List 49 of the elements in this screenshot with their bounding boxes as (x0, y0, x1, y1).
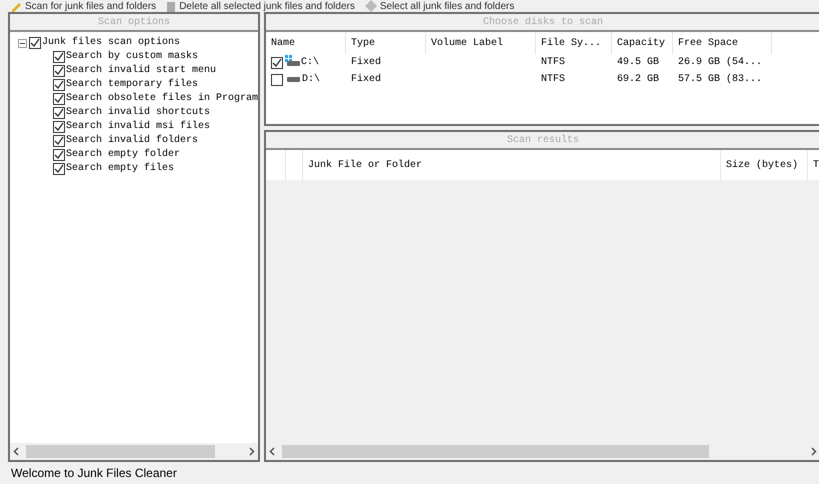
scroll-left-icon[interactable] (269, 447, 276, 456)
checkbox[interactable] (53, 107, 65, 119)
checkbox[interactable] (53, 135, 65, 147)
table-cell: Fixed (351, 74, 382, 85)
table-cell: 69.2 GB (617, 74, 660, 85)
table-cell: 49.5 GB (617, 57, 660, 68)
collapse-icon[interactable] (18, 38, 27, 48)
drive-icon (287, 77, 300, 82)
system-drive-icon (285, 55, 300, 66)
table-cell: 57.5 GB (83... (678, 74, 762, 85)
status-text: Welcome to Junk Files Cleaner (10, 465, 178, 482)
scroll-left-icon[interactable] (13, 447, 20, 456)
checkbox[interactable] (271, 74, 284, 86)
horizontal-scrollbar[interactable] (10, 443, 258, 460)
table-cell: C:\ (301, 57, 320, 68)
table-cell: Fixed (351, 57, 382, 68)
tree-item[interactable]: Search temporary files (66, 78, 198, 92)
scroll-right-icon[interactable] (248, 447, 256, 456)
table-cell: 26.9 GB (54... (678, 57, 762, 68)
checkbox[interactable] (53, 65, 65, 77)
tree-item[interactable]: Search empty folder (66, 148, 180, 162)
toolbar-button[interactable]: Select all junk files and folders (364, 0, 514, 12)
tree-item[interactable]: Search invalid msi files (66, 120, 210, 134)
tree-item[interactable]: Junk files scan options (42, 36, 180, 50)
toolbar-button[interactable]: Delete all selected junk files and folders (166, 0, 355, 12)
tree-item[interactable]: Search invalid start menu (66, 64, 216, 78)
checkbox[interactable] (53, 51, 65, 63)
panel-title: Scan results (266, 132, 819, 150)
table-cell: NTFS (541, 74, 566, 85)
panel-title: Scan options (10, 14, 258, 32)
tree-item[interactable]: Search obsolete files in Program (66, 92, 258, 106)
scroll-right-icon[interactable] (810, 447, 818, 456)
checkbox[interactable] (53, 79, 65, 91)
tree-item[interactable]: Search empty files (66, 162, 174, 176)
checkbox[interactable] (271, 56, 284, 68)
checkbox[interactable] (29, 37, 41, 49)
tree-item[interactable]: Search by custom masks (66, 50, 198, 64)
tree-item[interactable]: Search invalid folders (66, 134, 198, 148)
panel-title: Choose disks to scan (266, 14, 819, 32)
checkbox[interactable] (53, 149, 65, 161)
tree-item[interactable]: Search invalid shortcuts (66, 106, 210, 120)
checkbox[interactable] (53, 163, 65, 175)
toolbar-button[interactable]: Scan for junk files and folders (10, 0, 156, 12)
checkbox[interactable] (53, 121, 65, 133)
checkbox[interactable] (53, 93, 65, 105)
trash-icon (166, 0, 176, 12)
horizontal-scrollbar[interactable] (266, 443, 819, 460)
table-cell: D:\ (302, 74, 320, 85)
table-cell: NTFS (541, 57, 566, 68)
